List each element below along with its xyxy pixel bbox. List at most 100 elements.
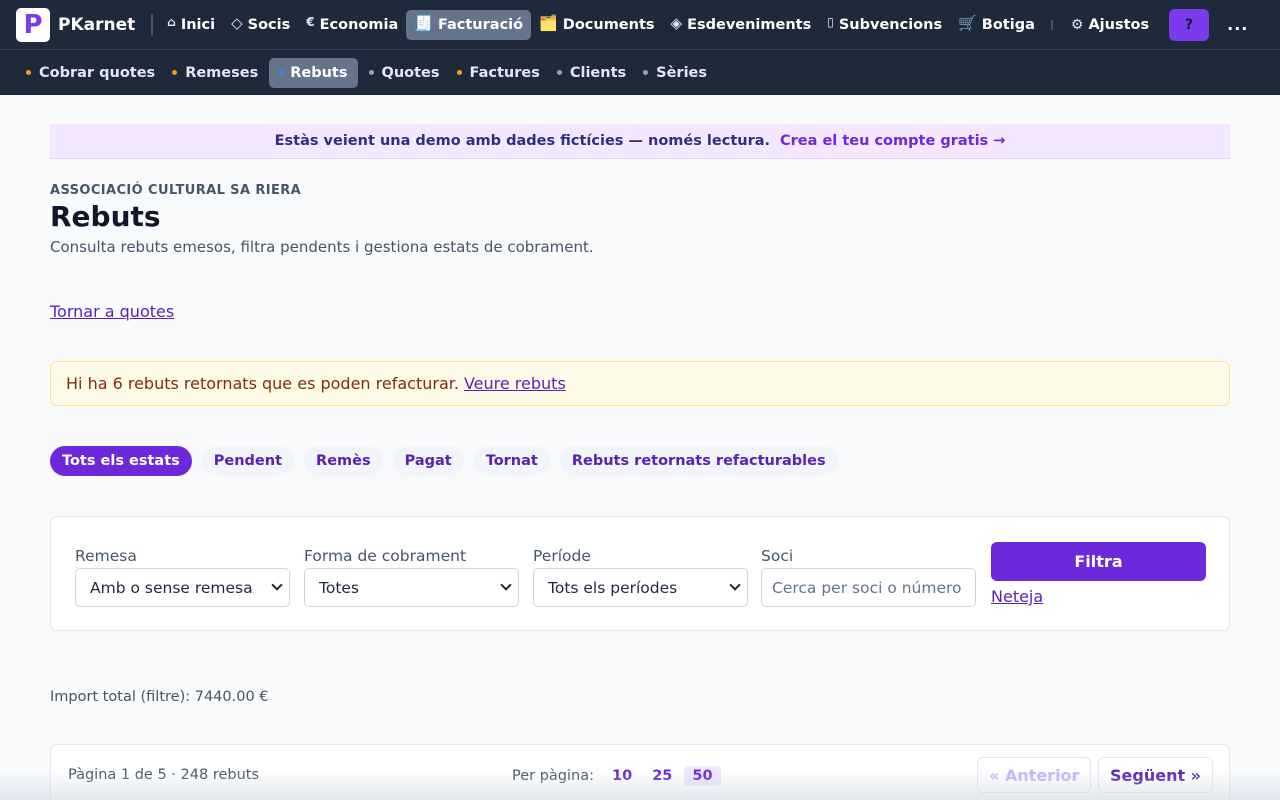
subnav-item-label: Cobrar quotes xyxy=(39,64,156,81)
subnav-item-quotes[interactable]: Quotes xyxy=(363,58,446,88)
forma-select[interactable]: Totes xyxy=(304,568,519,607)
nav-item-label: Ajustos xyxy=(1088,16,1150,33)
tab-returned[interactable]: Tornat xyxy=(473,446,550,476)
subnav-item-clients[interactable]: Clients xyxy=(551,58,632,88)
forma-value: Totes xyxy=(319,578,360,597)
nav-item-label: Socis xyxy=(247,16,291,33)
previous-page-button[interactable]: « Anterior xyxy=(977,757,1092,793)
nav-divider xyxy=(151,13,154,36)
nav-item-facturacio[interactable]: 🧾 Facturació xyxy=(406,9,532,40)
demo-banner: Estàs veient una demo amb dades fictície… xyxy=(50,124,1230,159)
status-dot xyxy=(556,70,562,75)
help-button[interactable]: ? xyxy=(1169,8,1210,41)
pagination-bar: Pàgina 1 de 5 · 248 rebuts Per pàgina: 1… xyxy=(50,744,1230,800)
nav-item-inici[interactable]: ⌂ Inici xyxy=(159,10,223,40)
diamond-icon: ◇ xyxy=(231,13,243,32)
home-icon: ⌂ xyxy=(167,14,176,29)
filtered-total: Import total (filtre): 7440.00 € xyxy=(50,689,269,705)
filter-remesa: Remesa Amb o sense remesa xyxy=(75,547,290,607)
book-icon: ▯ xyxy=(827,14,834,29)
cart-icon: 🛒 xyxy=(958,13,977,32)
nav-divider xyxy=(1050,19,1053,30)
filter-soci: Soci xyxy=(761,547,976,607)
folder-icon: 🗂️ xyxy=(539,13,558,32)
tab-all-statuses[interactable]: Tots els estats xyxy=(50,446,192,476)
nav-item-socis[interactable]: ◇ Socis xyxy=(223,10,298,40)
subnav-item-remeses[interactable]: Remeses xyxy=(166,58,264,88)
nav-item-documents[interactable]: 🗂️ Documents xyxy=(531,10,662,40)
returned-receipts-alert: Hi ha 6 rebuts retornats que es poden re… xyxy=(50,361,1230,406)
gear-icon: ⚙ xyxy=(1070,16,1084,33)
status-dot xyxy=(456,70,462,75)
event-icon: ◈ xyxy=(670,13,683,32)
back-to-quotes-link[interactable]: Tornar a quotes xyxy=(50,302,174,321)
forma-label: Forma de cobrament xyxy=(304,547,467,565)
per-page-option-50[interactable]: 50 xyxy=(684,766,721,786)
subnav-item-label: Clients xyxy=(569,64,627,81)
nav-item-label: Botiga xyxy=(981,16,1035,33)
subnav-item-series[interactable]: Sèries xyxy=(637,58,713,88)
top-navigation: P PKarnet ⌂ Inici ◇ Socis € Economia 🧾 Factu… xyxy=(0,0,1280,49)
per-page-selector: Per pàgina: 10 25 50 xyxy=(512,766,721,786)
subnav-item-factures[interactable]: Factures xyxy=(451,58,546,88)
subnav-item-label: Sèries xyxy=(656,64,708,81)
more-menu-button[interactable]: ... xyxy=(1227,15,1248,34)
nav-item-label: Esdeveniments xyxy=(687,16,812,33)
nav-item-label: Documents xyxy=(562,16,655,33)
alert-text: Hi ha 6 rebuts retornats que es poden re… xyxy=(66,374,459,393)
status-dot xyxy=(172,70,178,75)
receipt-icon: 🧾 xyxy=(414,13,433,32)
periode-value: Tots els períodes xyxy=(548,578,678,597)
tab-pending[interactable]: Pendent xyxy=(201,446,295,476)
filter-forma: Forma de cobrament Totes xyxy=(304,547,519,607)
nav-item-esdeveniments[interactable]: ◈ Esdeveniments xyxy=(663,10,820,40)
soci-search-input[interactable] xyxy=(761,568,976,607)
subnav-item-cobrar-quotes[interactable]: Cobrar quotes xyxy=(20,58,161,88)
nav-item-label: Economia xyxy=(319,16,399,33)
tab-rebillable[interactable]: Rebuts retornats refacturables xyxy=(559,446,838,476)
nav-item-label: Inici xyxy=(180,16,216,33)
page-title: Rebuts xyxy=(50,200,161,233)
filter-form: Remesa Amb o sense remesa Forma de cobra… xyxy=(50,516,1230,631)
soci-label: Soci xyxy=(761,547,794,565)
subnav-item-label: Quotes xyxy=(381,64,440,81)
nav-item-botiga[interactable]: 🛒 Botiga xyxy=(950,10,1043,40)
nav-item-label: Subvencions xyxy=(838,16,943,33)
next-page-button[interactable]: Següent » xyxy=(1098,757,1214,793)
logo-letter: P xyxy=(23,9,43,40)
tab-remitted[interactable]: Remès xyxy=(304,446,383,476)
view-receipts-link[interactable]: Veure rebuts xyxy=(464,374,566,393)
per-page-option-25[interactable]: 25 xyxy=(644,766,680,786)
filter-periode: Període Tots els períodes xyxy=(533,547,748,607)
subnav-item-rebuts[interactable]: Rebuts xyxy=(269,57,358,88)
periode-label: Període xyxy=(533,547,591,565)
status-dot xyxy=(643,70,649,75)
euro-icon: € xyxy=(306,14,315,29)
per-page-option-10[interactable]: 10 xyxy=(604,766,640,786)
nav-item-economia[interactable]: € Economia xyxy=(298,10,406,40)
subnav-item-label: Remeses xyxy=(185,64,259,81)
status-dot xyxy=(368,70,374,75)
chevron-down-icon xyxy=(500,579,512,591)
nav-item-subvencions[interactable]: ▯ Subvencions xyxy=(819,10,950,40)
demo-banner-message: Estàs veient una demo amb dades fictície… xyxy=(274,133,771,149)
subnav-item-label: Rebuts xyxy=(290,64,348,81)
chevron-down-icon xyxy=(271,579,283,591)
remesa-select[interactable]: Amb o sense remesa xyxy=(75,568,290,607)
filter-submit-button[interactable]: Filtra xyxy=(991,542,1206,581)
status-dot xyxy=(26,70,31,75)
tab-paid[interactable]: Pagat xyxy=(392,446,464,476)
pagination-info: Pàgina 1 de 5 · 248 rebuts xyxy=(68,767,259,783)
periode-select[interactable]: Tots els períodes xyxy=(533,568,748,607)
app-logo[interactable]: P xyxy=(16,7,50,42)
organization-name: ASSOCIACIÓ CULTURAL SA RIERA xyxy=(50,183,302,198)
brand-name[interactable]: PKarnet xyxy=(58,15,135,35)
chevron-down-icon xyxy=(729,579,741,591)
remesa-value: Amb o sense remesa xyxy=(90,578,253,597)
subnav-item-label: Factures xyxy=(469,64,540,81)
nav-item-ajustos[interactable]: ⚙ Ajustos xyxy=(1063,10,1157,40)
clear-filters-link[interactable]: Neteja xyxy=(991,587,1043,606)
status-filter-tabs: Tots els estats Pendent Remès Pagat Torn… xyxy=(50,446,848,476)
create-account-link[interactable]: Crea el teu compte gratis → xyxy=(780,133,1005,149)
sub-navigation: Cobrar quotes Remeses Rebuts Quotes Fact… xyxy=(0,49,1280,95)
